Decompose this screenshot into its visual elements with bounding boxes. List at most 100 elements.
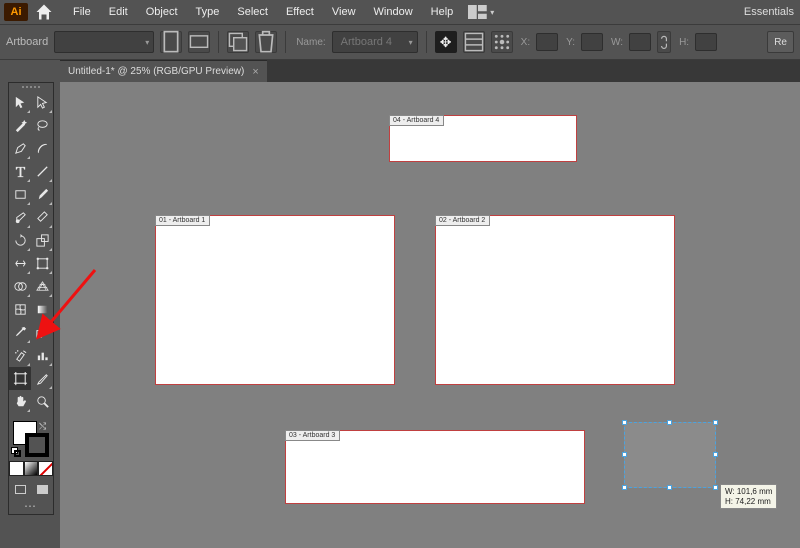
orientation-landscape-icon[interactable] <box>188 31 210 53</box>
stroke-swatch[interactable] <box>25 433 49 457</box>
eraser-tool[interactable] <box>31 206 53 229</box>
column-graph-tool[interactable] <box>31 344 53 367</box>
resize-handle[interactable] <box>713 485 718 490</box>
resize-handle[interactable] <box>667 420 672 425</box>
curvature-tool[interactable] <box>31 137 53 160</box>
swap-fill-stroke-icon[interactable]: ⤭ <box>39 421 46 432</box>
home-icon[interactable] <box>34 3 54 21</box>
reference-point-icon[interactable] <box>491 31 513 53</box>
shape-builder-tool[interactable] <box>9 275 31 298</box>
menu-bar: Ai File Edit Object Type Select Effect V… <box>0 0 800 24</box>
line-segment-tool[interactable] <box>31 160 53 183</box>
artboard-2[interactable]: 02 - Artboard 2 <box>435 215 675 385</box>
menu-type[interactable]: Type <box>187 6 229 18</box>
direct-selection-tool[interactable] <box>31 91 53 114</box>
control-bar: Artboard Name: Artboard 4 ✥ X: Y: W: H: … <box>0 24 800 60</box>
blend-tool[interactable] <box>31 321 53 344</box>
object-type-label: Artboard <box>6 36 48 48</box>
perspective-grid-tool[interactable] <box>31 275 53 298</box>
menu-effect[interactable]: Effect <box>277 6 323 18</box>
artboard-label: 02 - Artboard 2 <box>435 215 490 226</box>
artboard-options-icon[interactable] <box>463 31 485 53</box>
y-label: Y: <box>566 37 575 48</box>
panel-grip[interactable] <box>9 83 53 91</box>
color-mode-solid[interactable] <box>9 461 24 476</box>
magic-wand-tool[interactable] <box>9 114 31 137</box>
color-mode-row <box>9 461 53 476</box>
menu-file[interactable]: File <box>64 6 100 18</box>
move-with-artboard-icon[interactable]: ✥ <box>435 31 457 53</box>
artboard-preset-dropdown[interactable] <box>54 31 154 53</box>
menu-select[interactable]: Select <box>228 6 277 18</box>
link-wh-icon[interactable] <box>657 31 671 53</box>
shaper-tool[interactable] <box>9 206 31 229</box>
width-tool[interactable] <box>9 252 31 275</box>
mesh-tool[interactable] <box>9 298 31 321</box>
name-label: Name: <box>296 37 325 48</box>
screen-mode-row <box>9 480 53 498</box>
resize-handle[interactable] <box>713 420 718 425</box>
menu-window[interactable]: Window <box>365 6 422 18</box>
tooltip-height: H: 74,22 mm <box>725 497 772 507</box>
rotate-tool[interactable] <box>9 229 31 252</box>
menu-edit[interactable]: Edit <box>100 6 137 18</box>
w-field[interactable] <box>629 33 651 51</box>
document-tab[interactable]: Untitled-1* @ 25% (RGB/GPU Preview) × <box>60 60 267 82</box>
resize-handle[interactable] <box>667 485 672 490</box>
separator <box>218 31 219 53</box>
workspace-label[interactable]: Essentials <box>744 6 800 18</box>
w-label: W: <box>611 37 623 48</box>
resize-handle[interactable] <box>622 420 627 425</box>
document-tab-bar: Untitled-1* @ 25% (RGB/GPU Preview) × <box>60 60 800 82</box>
menu-view[interactable]: View <box>323 6 365 18</box>
resize-handle[interactable] <box>713 452 718 457</box>
separator <box>426 31 427 53</box>
screen-mode-normal[interactable] <box>9 480 31 498</box>
resize-handle[interactable] <box>622 452 627 457</box>
menu-help[interactable]: Help <box>422 6 463 18</box>
gradient-tool[interactable] <box>31 298 53 321</box>
default-fill-stroke-icon[interactable] <box>11 447 21 457</box>
menu-object[interactable]: Object <box>137 6 187 18</box>
artboard-label: 01 - Artboard 1 <box>155 215 210 226</box>
zoom-tool[interactable] <box>31 390 53 413</box>
orientation-portrait-icon[interactable] <box>160 31 182 53</box>
edit-toolbar-icon[interactable]: ⋯ <box>9 498 53 514</box>
artboard-drag-selection[interactable] <box>624 422 716 488</box>
fill-stroke-swatch[interactable]: ⤭ <box>9 419 53 459</box>
rectangle-tool[interactable] <box>9 183 31 206</box>
slice-tool[interactable] <box>31 367 53 390</box>
color-mode-none[interactable] <box>38 461 53 476</box>
screen-mode-full[interactable] <box>31 480 53 498</box>
new-artboard-icon[interactable] <box>227 31 249 53</box>
close-icon[interactable]: × <box>252 66 258 78</box>
hand-tool[interactable] <box>9 390 31 413</box>
paintbrush-tool[interactable] <box>31 183 53 206</box>
arrange-documents-icon[interactable]: ▾ <box>468 4 494 20</box>
artboard-name-field[interactable]: Artboard 4 <box>332 31 418 53</box>
rearrange-button[interactable]: Re <box>767 31 794 53</box>
y-field[interactable] <box>581 33 603 51</box>
color-mode-gradient[interactable] <box>24 461 39 476</box>
x-field[interactable] <box>536 33 558 51</box>
artboard-3[interactable]: 03 - Artboard 3 <box>285 430 585 504</box>
artboard-1[interactable]: 01 - Artboard 1 <box>155 215 395 385</box>
resize-handle[interactable] <box>622 485 627 490</box>
artboard-4[interactable]: 04 - Artboard 4 <box>389 115 577 162</box>
dimension-tooltip: W: 101,6 mm H: 74,22 mm <box>720 484 777 509</box>
artboard-label: 03 - Artboard 3 <box>285 430 340 441</box>
selection-tool[interactable] <box>9 91 31 114</box>
type-tool[interactable] <box>9 160 31 183</box>
lasso-tool[interactable] <box>31 114 53 137</box>
scale-tool[interactable] <box>31 229 53 252</box>
artboard-tool[interactable] <box>9 367 31 390</box>
free-transform-tool[interactable] <box>31 252 53 275</box>
h-field[interactable] <box>695 33 717 51</box>
delete-artboard-icon[interactable] <box>255 31 277 53</box>
separator <box>285 31 286 53</box>
artboard-label: 04 - Artboard 4 <box>389 115 444 126</box>
pen-tool[interactable] <box>9 137 31 160</box>
canvas[interactable]: 04 - Artboard 4 01 - Artboard 1 02 - Art… <box>60 82 800 548</box>
symbol-sprayer-tool[interactable] <box>9 344 31 367</box>
eyedropper-tool[interactable] <box>9 321 31 344</box>
